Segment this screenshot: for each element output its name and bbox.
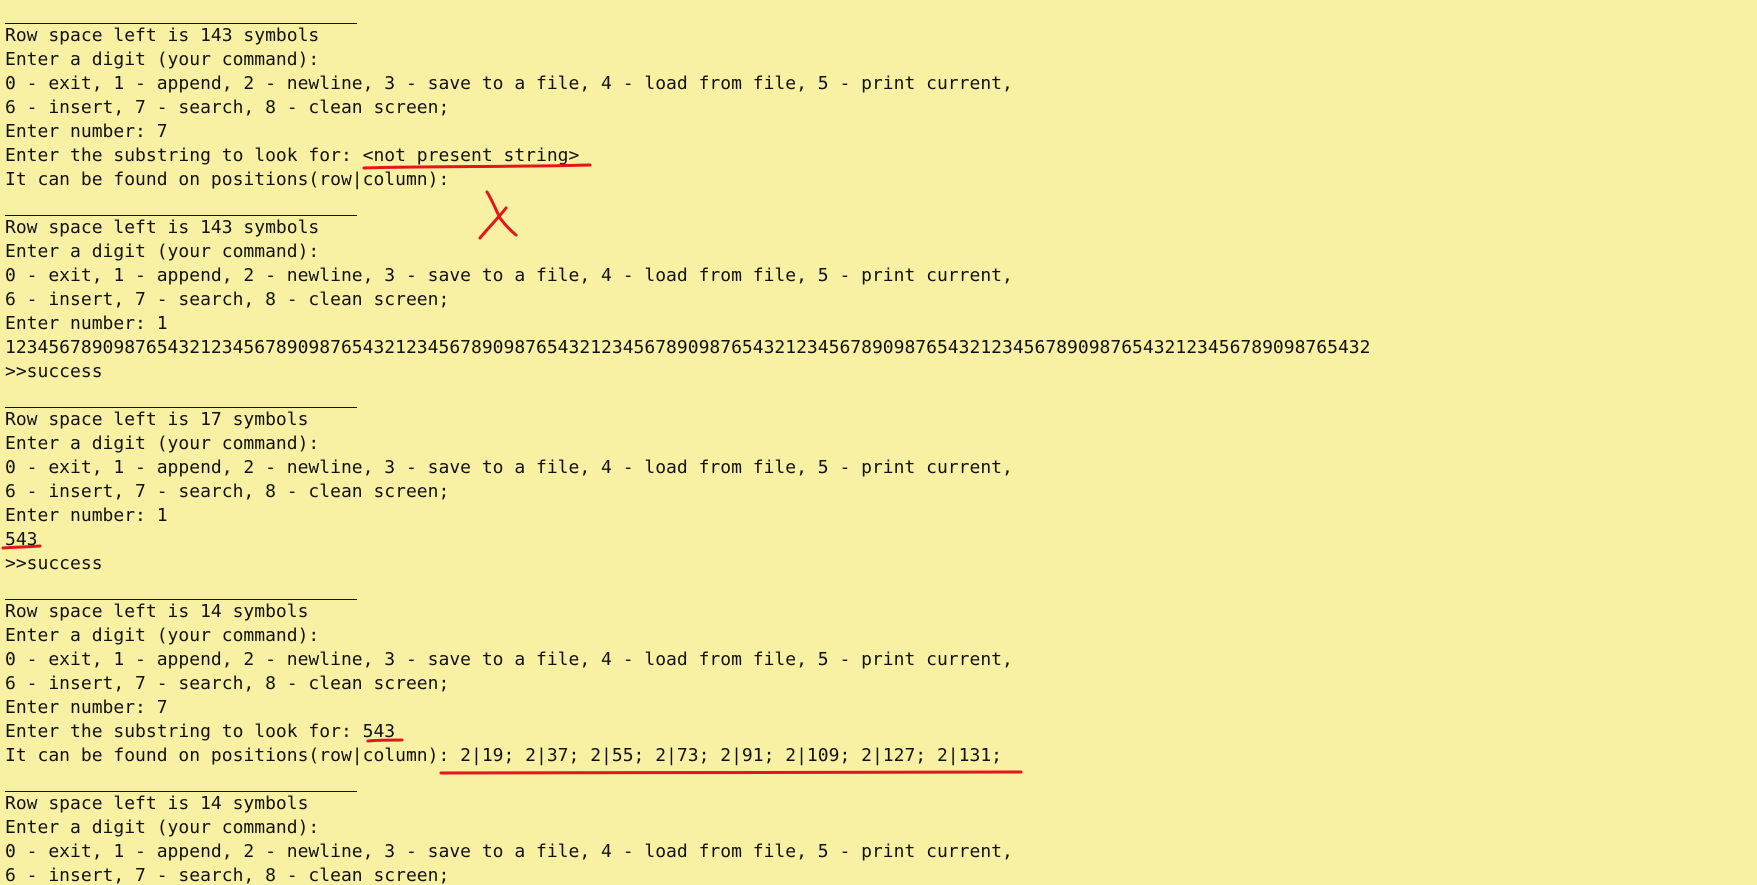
separator-line	[5, 0, 1745, 24]
console-line: 6 - insert, 7 - search, 8 - clean screen…	[5, 289, 450, 310]
console-line: 6 - insert, 7 - search, 8 - clean screen…	[5, 673, 450, 694]
separator-line	[5, 768, 1745, 792]
console-line: Row space left is 143 symbols	[5, 217, 320, 238]
console-line: Row space left is 14 symbols	[5, 601, 309, 622]
console-line: 0 - exit, 1 - append, 2 - newline, 3 - s…	[5, 649, 1013, 670]
console-line: Enter a digit (your command):	[5, 241, 320, 262]
console-line: Row space left is 17 symbols	[5, 409, 309, 430]
console-line: Enter a digit (your command):	[5, 433, 320, 454]
console-line: Enter a digit (your command):	[5, 817, 320, 838]
console-line: 543	[5, 529, 38, 550]
console-line: Enter number: 1	[5, 313, 168, 334]
console-line: 6 - insert, 7 - search, 8 - clean screen…	[5, 481, 450, 502]
separator-line	[5, 576, 1745, 600]
console-line: Enter the substring to look for: <not pr…	[5, 145, 580, 166]
console-line: 1234567890987654321234567890987654321234…	[5, 337, 1371, 358]
console-line: Enter number: 1	[5, 505, 168, 526]
console-line: Row space left is 143 symbols	[5, 25, 320, 46]
separator-line	[5, 384, 1745, 408]
console-line: Row space left is 14 symbols	[5, 793, 309, 814]
console-line: 0 - exit, 1 - append, 2 - newline, 3 - s…	[5, 457, 1013, 478]
console-line: >>success	[5, 553, 103, 574]
console-line: 6 - insert, 7 - search, 8 - clean screen…	[5, 865, 450, 885]
console-line: 0 - exit, 1 - append, 2 - newline, 3 - s…	[5, 265, 1013, 286]
separator-line	[5, 192, 1745, 216]
console-line: Enter number: 7	[5, 121, 168, 142]
console-line: Enter a digit (your command):	[5, 625, 320, 646]
console-line: It can be found on positions(row|column)…	[5, 745, 1002, 766]
console-line: 6 - insert, 7 - search, 8 - clean screen…	[5, 97, 450, 118]
console-line: Enter a digit (your command):	[5, 49, 320, 70]
console-line: 0 - exit, 1 - append, 2 - newline, 3 - s…	[5, 73, 1013, 94]
console-line: It can be found on positions(row|column)…	[5, 169, 450, 190]
console-output[interactable]: Row space left is 143 symbols Enter a dig…	[5, 0, 1745, 885]
console-line: >>success	[5, 361, 103, 382]
console-line: 0 - exit, 1 - append, 2 - newline, 3 - s…	[5, 841, 1013, 862]
console-line: Enter number: 7	[5, 697, 168, 718]
console-line: Enter the substring to look for: 543	[5, 721, 396, 742]
